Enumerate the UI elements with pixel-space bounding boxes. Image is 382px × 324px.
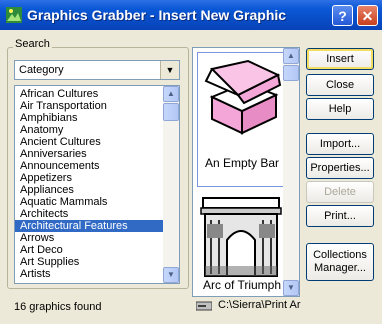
- category-scrollbar[interactable]: ▲ ▼: [163, 86, 179, 283]
- list-item[interactable]: African Cultures: [15, 88, 163, 100]
- graphics-count-status: 16 graphics found: [14, 301, 102, 313]
- list-item[interactable]: Ancient Cultures: [15, 136, 163, 148]
- list-item[interactable]: Appetizers: [15, 172, 163, 184]
- chevron-down-icon[interactable]: ▼: [160, 61, 179, 79]
- help-button[interactable]: Help: [306, 98, 374, 120]
- list-item[interactable]: Art Supplies: [15, 256, 163, 268]
- gallery-scrollbar[interactable]: ▲ ▼: [283, 48, 299, 296]
- empty-box-graphic: [204, 59, 282, 135]
- list-item[interactable]: Anniversaries: [15, 148, 163, 160]
- search-type-combo[interactable]: Category ▼: [14, 60, 180, 80]
- list-item[interactable]: Aquatic Mammals: [15, 196, 163, 208]
- properties-button[interactable]: Properties...: [306, 157, 374, 179]
- list-item[interactable]: Amphibians: [15, 112, 163, 124]
- search-type-value: Category: [19, 64, 64, 76]
- list-item[interactable]: Artists: [15, 268, 163, 280]
- collections-manager-button[interactable]: Collections Manager...: [306, 243, 374, 281]
- close-window-button[interactable]: ✕: [357, 5, 378, 26]
- title-bar[interactable]: Graphics Grabber - Insert New Graphic ? …: [0, 0, 382, 30]
- import-button[interactable]: Import...: [306, 133, 374, 155]
- collections-manager-label-1: Collections: [313, 249, 367, 261]
- arc-of-triumph-graphic: [200, 197, 282, 277]
- list-item[interactable]: Architects: [15, 208, 163, 220]
- list-item[interactable]: Announcements: [15, 160, 163, 172]
- scroll-down-icon[interactable]: ▼: [163, 267, 179, 283]
- scroll-up-icon[interactable]: ▲: [283, 48, 299, 64]
- window-title: Graphics Grabber - Insert New Graphic: [27, 7, 287, 23]
- list-item[interactable]: Architectural Features: [15, 220, 163, 232]
- graphic-gallery[interactable]: An Empty Bar Arc of Triumph ▲ ▼: [192, 47, 300, 297]
- scroll-thumb[interactable]: [283, 65, 299, 81]
- list-item[interactable]: Art Deco: [15, 244, 163, 256]
- drive-icon: [196, 301, 212, 311]
- scroll-thumb[interactable]: [163, 103, 179, 121]
- help-title-button[interactable]: ?: [332, 5, 353, 26]
- print-button[interactable]: Print...: [306, 205, 374, 227]
- app-icon: [6, 7, 22, 23]
- gallery-item[interactable]: Arc of Triumph: [197, 194, 287, 296]
- close-button[interactable]: Close: [306, 74, 374, 96]
- collections-manager-label-2: Manager...: [314, 262, 366, 274]
- gallery-item-caption: An Empty Bar: [204, 156, 280, 170]
- scroll-down-icon[interactable]: ▼: [283, 280, 299, 296]
- gallery-item-caption: Arc of Triumph: [202, 278, 282, 292]
- insert-button[interactable]: Insert: [306, 48, 374, 70]
- file-path-row: C:\Sierra\Print Ar: [192, 298, 302, 314]
- search-group-label: Search: [13, 38, 52, 50]
- list-item[interactable]: Air Transportation: [15, 100, 163, 112]
- list-item[interactable]: Arrows: [15, 232, 163, 244]
- category-list[interactable]: African Cultures Air Transportation Amphib…: [14, 85, 180, 284]
- scroll-up-icon[interactable]: ▲: [163, 86, 179, 102]
- gallery-item-selected[interactable]: An Empty Bar: [197, 52, 287, 187]
- list-item[interactable]: Appliances: [15, 184, 163, 196]
- file-path-text: C:\Sierra\Print Ar: [218, 299, 301, 311]
- list-item[interactable]: Anatomy: [15, 124, 163, 136]
- delete-button: Delete: [306, 181, 374, 203]
